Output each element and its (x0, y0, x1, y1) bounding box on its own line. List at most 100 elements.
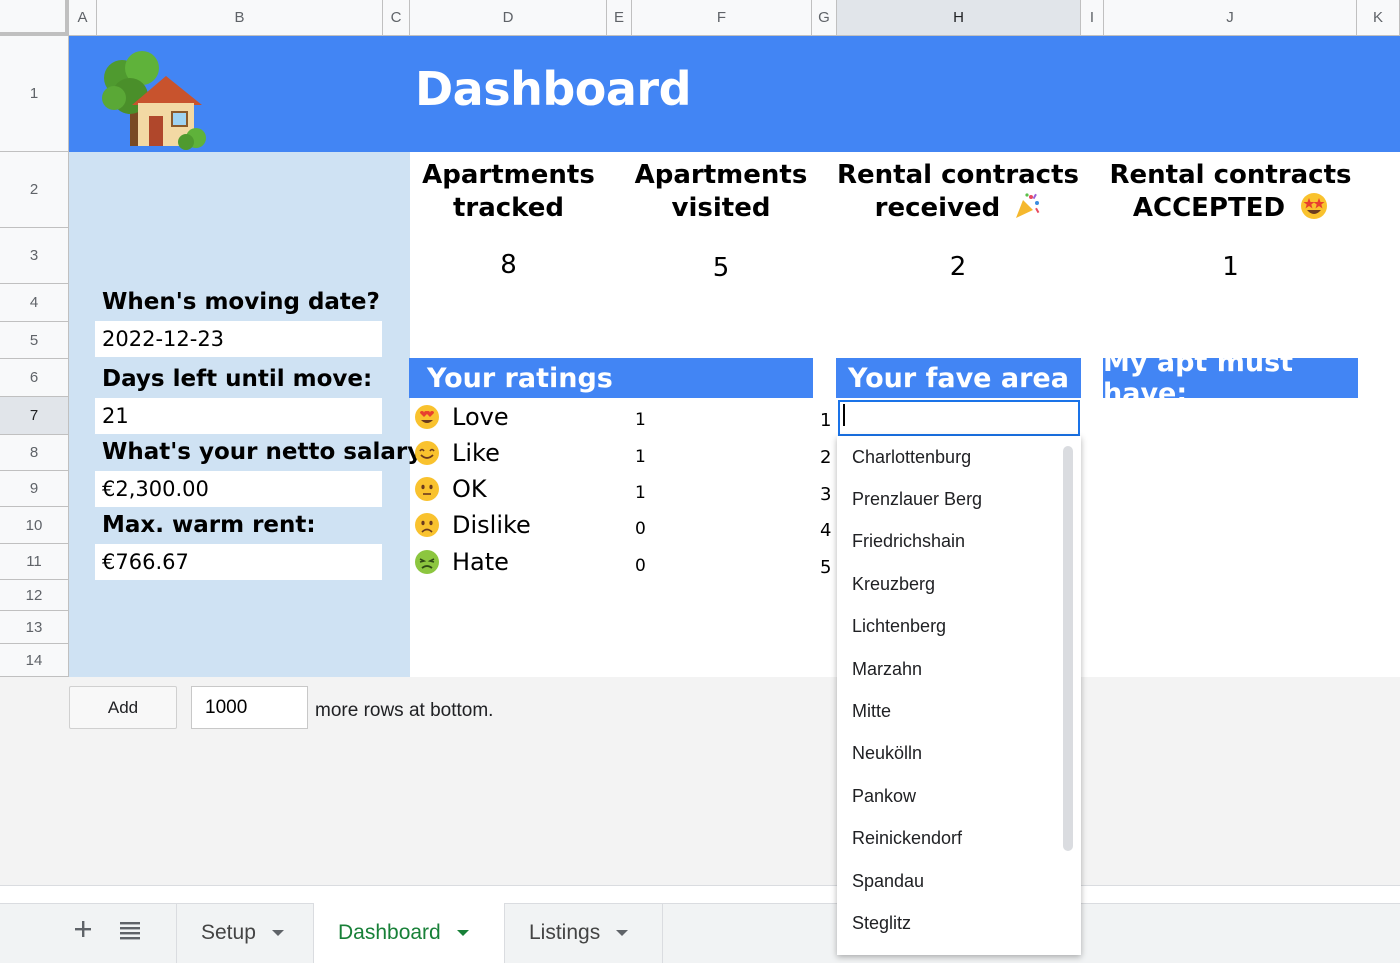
stat-visited-value: 5 (712, 253, 730, 283)
stat-accepted-title: Rental contracts ACCEPTED (1104, 159, 1357, 225)
column-header-h[interactable]: H (837, 0, 1081, 36)
dropdown-option[interactable]: Charlottenburg (852, 447, 971, 468)
column-header-d[interactable]: D (410, 0, 607, 36)
row-header-1[interactable]: 1 (0, 36, 69, 152)
rating-label-like: Like (452, 439, 500, 467)
rating-label-dislike: Dislike (452, 511, 531, 539)
row-header-14[interactable]: 14 (0, 644, 69, 677)
row-header-10[interactable]: 10 (0, 507, 69, 544)
rating-count-ok: 1 (635, 483, 646, 503)
moving-date-field[interactable]: 2022-12-23 (95, 321, 382, 357)
column-header-a[interactable]: A (69, 0, 97, 36)
stat-visited-title: Apartments visited (612, 159, 830, 225)
stat-accepted-line1: Rental contracts (1109, 160, 1352, 190)
row-header-3[interactable]: 3 (0, 228, 69, 284)
row-header-12[interactable]: 12 (0, 580, 69, 611)
rating-number-5: 5 (820, 557, 832, 578)
chevron-down-icon[interactable] (616, 930, 629, 936)
salary-field[interactable]: €2,300.00 (95, 471, 382, 507)
dropdown-option[interactable]: Spandau (852, 871, 924, 892)
smiling-face-icon (415, 441, 439, 465)
fave-area-dropdown[interactable]: Charlottenburg Prenzlauer Berg Friedrich… (837, 436, 1081, 955)
stat-received-line1: Rental contracts (837, 160, 1079, 190)
stat-received-line2: received (874, 193, 1001, 223)
rating-count-like: 1 (635, 447, 646, 467)
dropdown-option[interactable]: Kreuzberg (852, 574, 935, 595)
rating-row-dislike: Dislike (414, 509, 531, 541)
page-title: Dashboard (415, 62, 692, 116)
tab-dashboard[interactable]: Dashboard (314, 903, 505, 963)
dropdown-option[interactable]: Pankow (852, 786, 916, 807)
rating-count-dislike: 0 (635, 519, 646, 539)
dropdown-option[interactable]: Friedrichshain (852, 531, 965, 552)
chevron-down-icon[interactable] (456, 930, 469, 936)
column-header-b[interactable]: B (97, 0, 383, 36)
nauseated-face-icon (415, 550, 439, 574)
must-have-header: My apt must have: (1103, 347, 1358, 409)
add-rows-button[interactable]: Add (69, 686, 177, 729)
days-left-field[interactable]: 21 (95, 398, 382, 434)
column-header-e[interactable]: E (607, 0, 632, 36)
horizontal-scrollbar[interactable] (0, 885, 1400, 903)
rating-number-4: 4 (820, 520, 832, 541)
stat-received-title: Rental contracts received (836, 159, 1080, 225)
row-header-11[interactable]: 11 (0, 544, 69, 580)
max-rent-field[interactable]: €766.67 (95, 544, 382, 580)
rating-row-ok: OK (414, 473, 487, 505)
tab-setup[interactable]: Setup (176, 903, 314, 963)
stat-tracked-value: 8 (500, 250, 517, 280)
row-header-7[interactable]: 7 (0, 397, 69, 435)
stat-visited-line1: Apartments (634, 160, 808, 190)
row-header-4[interactable]: 4 (0, 284, 69, 322)
dropdown-option[interactable]: Steglitz (852, 913, 911, 934)
add-rows-count-input[interactable]: 1000 (191, 686, 308, 729)
row-header-6[interactable]: 6 (0, 359, 69, 397)
rating-count-hate: 0 (635, 556, 646, 576)
row-header-9[interactable]: 9 (0, 471, 69, 507)
stat-tracked-line2: tracked (452, 193, 565, 223)
chevron-down-icon[interactable] (271, 930, 284, 936)
rating-row-love: Love (414, 401, 509, 433)
dropdown-option[interactable]: Reinickendorf (852, 828, 962, 849)
row-header-8[interactable]: 8 (0, 435, 69, 471)
days-left-label: Days left until move: (102, 366, 373, 392)
row-header-13[interactable]: 13 (0, 611, 69, 644)
ratings-header: Your ratings (409, 358, 813, 398)
column-header-g[interactable]: G (812, 0, 837, 36)
row-header-2[interactable]: 2 (0, 152, 69, 228)
dropdown-option[interactable]: Marzahn (852, 659, 922, 680)
party-popper-icon (1016, 193, 1040, 218)
tab-dashboard-label: Dashboard (338, 921, 441, 944)
add-rows-suffix: more rows at bottom. (315, 700, 494, 721)
column-header-j[interactable]: J (1104, 0, 1357, 36)
stat-accepted-line2: ACCEPTED (1132, 193, 1286, 223)
plus-icon[interactable] (72, 918, 94, 940)
all-sheets-icon[interactable] (119, 920, 141, 940)
stat-tracked-line1: Apartments (422, 160, 595, 190)
tab-setup-label: Setup (201, 921, 256, 944)
dropdown-option[interactable]: Mitte (852, 701, 891, 722)
select-all-corner[interactable] (0, 0, 69, 36)
dropdown-option[interactable]: Prenzlauer Berg (852, 489, 982, 510)
moving-date-label: When's moving date? (102, 289, 380, 315)
tab-listings-label: Listings (529, 921, 601, 944)
dropdown-option[interactable]: Neukölln (852, 743, 922, 764)
dropdown-option[interactable]: Lichtenberg (852, 616, 946, 637)
column-header-i[interactable]: I (1081, 0, 1104, 36)
salary-label: What's your netto salary? (102, 439, 436, 465)
rating-row-hate: Hate (414, 546, 509, 578)
rating-count-love: 1 (635, 410, 646, 430)
column-header-f[interactable]: F (632, 0, 812, 36)
fave-area-input[interactable] (838, 400, 1080, 436)
rating-label-hate: Hate (452, 548, 509, 576)
dropdown-scrollbar[interactable] (1063, 446, 1073, 851)
column-header-k[interactable]: K (1357, 0, 1400, 36)
column-header-c[interactable]: C (383, 0, 410, 36)
stat-accepted-value: 1 (1222, 252, 1239, 282)
frowning-face-icon (415, 513, 439, 537)
rating-number-3: 3 (820, 484, 832, 505)
fave-area-header: Your fave area (836, 358, 1081, 398)
rating-number-2: 2 (820, 447, 832, 468)
tab-listings[interactable]: Listings (505, 903, 663, 963)
row-header-5[interactable]: 5 (0, 322, 69, 359)
